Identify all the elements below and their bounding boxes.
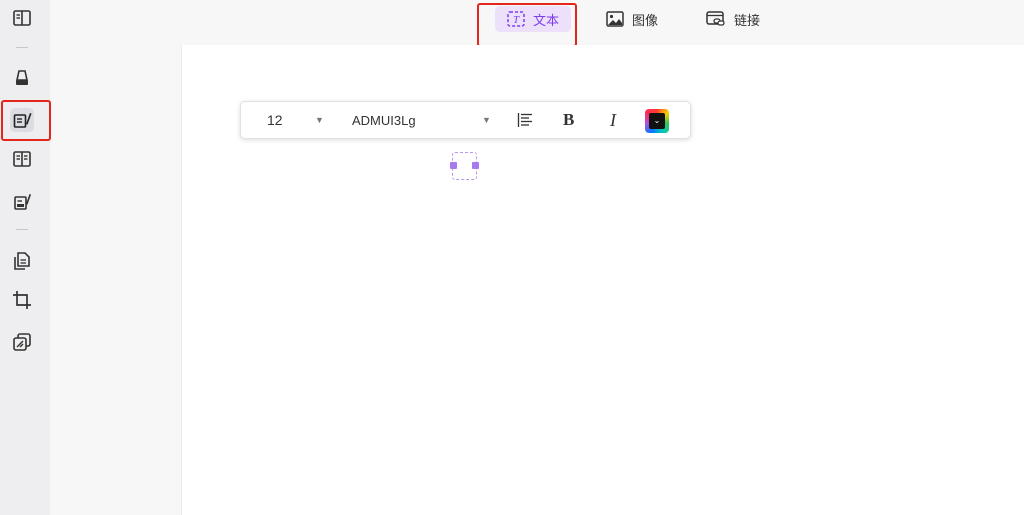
resize-handle-right[interactable] — [472, 162, 479, 169]
color-swatch: ⌄ — [649, 113, 665, 129]
comment-tool-button[interactable] — [10, 66, 34, 90]
left-tool-rail — [0, 0, 50, 515]
rail-divider — [16, 47, 28, 48]
italic-button[interactable]: I — [610, 102, 616, 138]
font-family-value: ADMUI3Lg — [352, 112, 416, 128]
font-family-select[interactable]: ADMUI3Lg — [352, 102, 416, 138]
signature-icon — [14, 194, 31, 210]
bold-button[interactable]: B — [563, 102, 574, 138]
reader-tool-button[interactable] — [10, 6, 34, 30]
font-size-select[interactable]: 12 — [267, 102, 283, 138]
tab-image[interactable]: 图像 — [594, 6, 670, 32]
crop-tool-button[interactable] — [10, 288, 34, 312]
font-size-value: 12 — [267, 112, 283, 128]
annotation-highlight-frame — [1, 100, 51, 141]
form-tool-button[interactable] — [10, 147, 34, 171]
text-color-button[interactable]: ⌄ — [645, 109, 669, 133]
sign-tool-button[interactable] — [10, 190, 34, 214]
tab-image-label: 图像 — [632, 12, 659, 28]
chevron-down-icon: ⌄ — [653, 116, 661, 125]
align-button[interactable] — [517, 102, 533, 138]
tab-link[interactable]: 链接 — [694, 6, 772, 32]
crop-icon — [13, 291, 31, 309]
link-icon — [706, 11, 725, 26]
ocr-tool-button[interactable] — [10, 330, 34, 354]
font-family-dropdown-icon[interactable]: ▼ — [482, 102, 491, 138]
image-icon — [606, 11, 624, 27]
book-open-icon — [13, 10, 31, 26]
italic-label: I — [610, 109, 616, 130]
tab-link-label: 链接 — [734, 12, 761, 28]
annotation-highlight-frame — [477, 3, 577, 47]
ocr-icon — [13, 333, 31, 351]
font-size-dropdown-icon[interactable]: ▼ — [315, 102, 324, 138]
new-text-box[interactable] — [450, 152, 479, 180]
highlighter-icon — [16, 70, 28, 85]
organize-tool-button[interactable] — [10, 249, 34, 273]
rail-divider — [16, 229, 28, 230]
text-format-toolbar: 12 ▼ ADMUI3Lg ▼ B I ⌄ — [240, 101, 691, 139]
form-icon — [13, 151, 31, 167]
resize-handle-left[interactable] — [450, 162, 457, 169]
align-left-icon — [517, 113, 532, 127]
bold-label: B — [563, 110, 575, 129]
pages-icon — [14, 252, 30, 270]
